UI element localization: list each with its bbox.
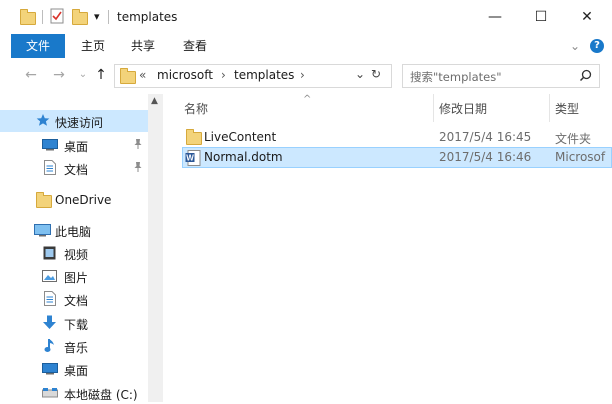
- document-icon: [44, 291, 56, 306]
- folder-icon: [20, 9, 36, 25]
- new-folder-icon[interactable]: [72, 9, 88, 25]
- nav-scrollbar[interactable]: ▲: [148, 94, 163, 402]
- nav-item-label: 视频: [64, 248, 89, 262]
- nav-item-onedrive[interactable]: OneDrive: [0, 189, 148, 211]
- nav-item-label: 音乐: [64, 341, 89, 355]
- search-icon[interactable]: [579, 69, 592, 82]
- nav-item-music[interactable]: 音乐: [0, 335, 148, 357]
- drive-icon: [42, 388, 58, 398]
- ribbon-tabs: 文件 主页 共享 查看 ⌄ ?: [0, 34, 612, 59]
- nav-item-documents[interactable]: 文档: [0, 288, 148, 310]
- folder-icon: [36, 192, 52, 208]
- forward-button[interactable]: →: [50, 66, 68, 84]
- separator: [42, 10, 43, 24]
- tab-file[interactable]: 文件: [11, 34, 65, 58]
- address-row: ← → ⌄ ↑ « microsoft › templates › ⌄ ↻ 搜索…: [0, 58, 612, 94]
- column-header-name[interactable]: 名称: [184, 100, 208, 117]
- minimize-button[interactable]: —: [472, 0, 518, 34]
- nav-item-downloads[interactable]: 下载: [0, 312, 148, 334]
- table-row[interactable]: LiveContent 2017/5/4 16:45 文件夹: [182, 127, 612, 148]
- column-header-modified[interactable]: 修改日期: [439, 100, 487, 117]
- star-icon: [36, 113, 50, 127]
- nav-item-label: 桌面: [64, 364, 89, 378]
- properties-icon[interactable]: [50, 8, 64, 24]
- desktop-icon: [42, 363, 58, 375]
- qat-dropdown-icon[interactable]: ▾: [94, 10, 100, 23]
- breadcrumb-microsoft[interactable]: microsoft: [157, 68, 213, 82]
- file-type: Microsof: [555, 150, 606, 164]
- video-icon: [43, 246, 56, 260]
- nav-item-label: 图片: [64, 271, 89, 285]
- nav-item-label: 文档: [64, 294, 89, 308]
- picture-icon: [42, 270, 57, 282]
- column-header-type[interactable]: 类型: [555, 100, 579, 117]
- nav-item-pictures[interactable]: 图片: [0, 265, 148, 287]
- nav-item-desktop[interactable]: 桌面: [0, 134, 148, 156]
- word-template-icon: W: [185, 150, 201, 166]
- sort-ascending-icon: ^: [303, 94, 312, 105]
- file-modified: 2017/5/4 16:46: [439, 150, 532, 164]
- pin-icon[interactable]: [133, 161, 143, 173]
- column-divider[interactable]: [549, 94, 550, 122]
- desktop-icon: [42, 139, 58, 151]
- file-list: ^ 名称 修改日期 类型 LiveContent 2017/5/4 16:45 …: [163, 94, 612, 402]
- chevron-right-icon[interactable]: ›: [221, 68, 226, 82]
- nav-item-this-pc[interactable]: 此电脑: [0, 219, 148, 241]
- nav-item-label: 文档: [64, 163, 89, 177]
- folder-icon: [120, 68, 136, 84]
- file-name: Normal.dotm: [204, 150, 283, 164]
- nav-item-quick-access[interactable]: 快速访问: [0, 110, 148, 132]
- pin-icon[interactable]: [133, 138, 143, 150]
- navigation-pane: 快速访问 桌面 文档 OneDrive 此电脑 视频 图片 文档 下载 音乐 桌…: [0, 94, 163, 402]
- nav-item-label: 快速访问: [55, 116, 104, 130]
- nav-item-local-disk[interactable]: 本地磁盘 (C:): [0, 382, 148, 404]
- search-box[interactable]: 搜索"templates": [402, 64, 600, 88]
- search-input[interactable]: 搜索"templates": [410, 69, 501, 85]
- svg-text:W: W: [186, 154, 194, 163]
- refresh-icon[interactable]: ↻: [371, 67, 381, 81]
- recent-locations-icon[interactable]: ⌄: [74, 66, 92, 84]
- nav-item-videos[interactable]: 视频: [0, 242, 148, 264]
- breadcrumb-templates[interactable]: templates: [234, 68, 294, 82]
- title-bar: ▾ templates — ☐ ✕: [0, 0, 612, 34]
- up-button[interactable]: ↑: [92, 66, 110, 84]
- document-icon: [44, 160, 56, 175]
- tab-home[interactable]: 主页: [78, 34, 108, 58]
- help-icon[interactable]: ?: [590, 39, 604, 53]
- computer-icon: [34, 224, 51, 237]
- music-icon: [44, 338, 56, 353]
- nav-item-label: OneDrive: [55, 193, 112, 207]
- nav-item-label: 此电脑: [55, 225, 92, 239]
- folder-icon: [186, 129, 202, 145]
- address-dropdown-icon[interactable]: ⌄: [355, 67, 365, 81]
- nav-item-label: 本地磁盘 (C:): [64, 388, 138, 402]
- file-modified: 2017/5/4 16:45: [439, 130, 532, 144]
- back-button[interactable]: ←: [22, 66, 40, 84]
- nav-item-label: 下载: [64, 318, 89, 332]
- window-title: templates: [117, 10, 178, 24]
- chevron-right-icon[interactable]: ›: [300, 68, 305, 82]
- tab-share[interactable]: 共享: [128, 34, 158, 58]
- nav-item-label: 桌面: [64, 140, 89, 154]
- table-row[interactable]: W Normal.dotm 2017/5/4 16:46 Microsof: [182, 147, 612, 168]
- address-bar[interactable]: « microsoft › templates › ⌄ ↻: [114, 64, 392, 88]
- scroll-up-icon[interactable]: ▲: [151, 96, 158, 106]
- nav-item-documents[interactable]: 文档: [0, 157, 148, 179]
- ribbon-expand-icon[interactable]: ⌄: [568, 34, 582, 58]
- column-divider[interactable]: [433, 94, 434, 122]
- overflow-crumb-icon[interactable]: «: [139, 68, 146, 82]
- close-button[interactable]: ✕: [564, 0, 610, 34]
- maximize-button[interactable]: ☐: [518, 0, 564, 34]
- nav-item-desktop[interactable]: 桌面: [0, 358, 148, 380]
- separator: [108, 10, 109, 24]
- tab-view[interactable]: 查看: [180, 34, 210, 58]
- download-icon: [42, 315, 57, 330]
- file-type: 文件夹: [555, 132, 592, 146]
- file-name: LiveContent: [204, 130, 277, 144]
